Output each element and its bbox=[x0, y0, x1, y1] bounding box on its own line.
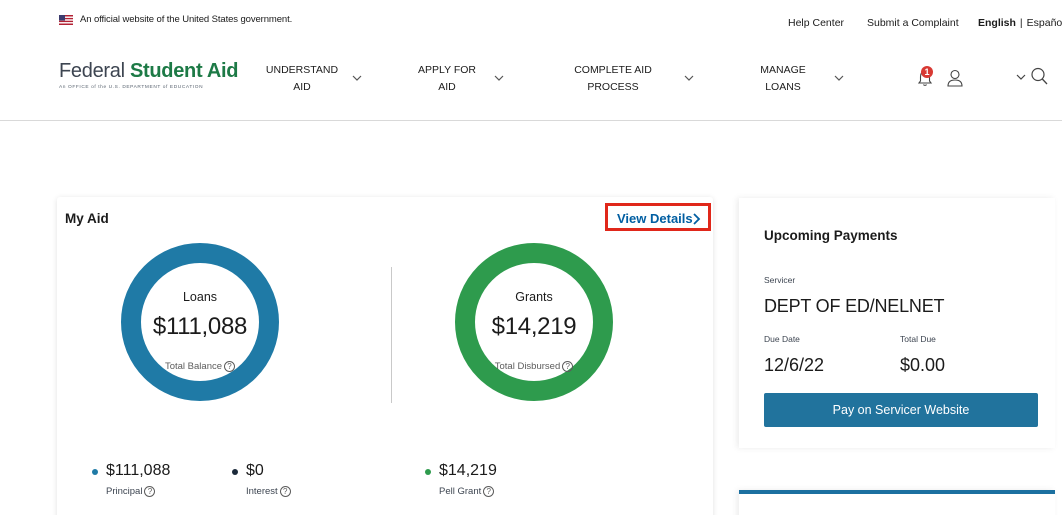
nav-understand-aid[interactable]: UNDERSTAND AID bbox=[262, 62, 342, 96]
nav-manage-loans[interactable]: MANAGE LOANS bbox=[757, 62, 809, 96]
help-icon[interactable]: ? bbox=[224, 361, 236, 372]
my-aid-title: My Aid bbox=[65, 211, 109, 226]
next-card bbox=[739, 490, 1055, 515]
user-icon[interactable] bbox=[946, 68, 964, 88]
help-center-link[interactable]: Help Center bbox=[788, 17, 844, 29]
chevron-right-icon bbox=[693, 213, 701, 225]
help-icon[interactable]: ? bbox=[279, 486, 291, 497]
pell-grant-label-group: Pell Grant? bbox=[439, 486, 495, 498]
nav-apply-line2: AID bbox=[438, 81, 456, 93]
chevron-down-icon[interactable] bbox=[834, 74, 844, 82]
logo-student-aid: Student Aid bbox=[129, 60, 239, 82]
logo-tagline: An OFFICE of the U.S. DEPARTMENT of EDUC… bbox=[59, 85, 204, 90]
loans-label: Loans bbox=[182, 290, 218, 304]
servicer-value: DEPT OF ED/NELNET bbox=[764, 296, 945, 316]
upcoming-payments-title: Upcoming Payments bbox=[764, 228, 898, 243]
interest-amount: $0 bbox=[246, 462, 264, 479]
interest-dot bbox=[232, 469, 238, 475]
total-balance-label: Total Balance bbox=[164, 361, 223, 373]
submit-complaint-link[interactable]: Submit a Complaint bbox=[867, 17, 959, 29]
nav-understand-line1: UNDERSTAND bbox=[265, 64, 339, 76]
total-disbursed-label: Total Disbursed bbox=[494, 361, 561, 373]
principal-label-group: Principal? bbox=[106, 486, 156, 498]
loans-amount: $111,088 bbox=[152, 313, 248, 340]
interest-label-group: Interest? bbox=[246, 486, 291, 497]
principal-dot bbox=[92, 469, 98, 475]
nav-complete-line1: COMPLETE AID bbox=[574, 64, 652, 76]
chevron-down-icon[interactable] bbox=[684, 74, 694, 82]
grants-total-disbursed: Total Disbursed? bbox=[455, 361, 613, 372]
pell-grant-amount: $14,219 bbox=[439, 462, 497, 479]
logo-wordmark: Federal Student Aid bbox=[59, 60, 238, 83]
main-nav: Federal Student Aid An OFFICE of the U.S… bbox=[0, 46, 1062, 121]
interest-label: Interest bbox=[246, 486, 278, 498]
chevron-down-icon[interactable] bbox=[1016, 72, 1026, 82]
grants-label: Grants bbox=[515, 290, 553, 304]
lang-english-link[interactable]: English bbox=[978, 17, 1016, 29]
nav-manage-line1: MANAGE bbox=[760, 64, 806, 76]
total-due-label: Total Due bbox=[900, 334, 936, 344]
nav-manage-line2: LOANS bbox=[765, 81, 801, 93]
pell-grant-dot bbox=[425, 469, 431, 475]
nav-complete-aid-process[interactable]: COMPLETE AID PROCESS bbox=[573, 62, 653, 96]
help-icon[interactable]: ? bbox=[483, 486, 495, 497]
notification-badge: 1 bbox=[921, 66, 933, 78]
grants-amount: $14,219 bbox=[491, 313, 577, 340]
nav-complete-line2: PROCESS bbox=[587, 81, 639, 93]
search-icon[interactable] bbox=[1030, 66, 1048, 86]
view-details-link[interactable]: View Details bbox=[605, 203, 711, 231]
total-due-value: $0.00 bbox=[900, 355, 946, 375]
gov-banner: An official website of the United States… bbox=[0, 0, 1062, 46]
upcoming-payments-card: Upcoming Payments Servicer DEPT OF ED/NE… bbox=[739, 198, 1055, 448]
language-switch: English | Español bbox=[978, 17, 1062, 29]
pell-grant-label: Pell Grant bbox=[439, 486, 482, 498]
principal-label: Principal bbox=[106, 486, 143, 498]
loans-total-balance: Total Balance? bbox=[121, 361, 279, 372]
us-flag-icon bbox=[59, 15, 73, 25]
nav-apply-for-aid[interactable]: APPLY FOR AID bbox=[413, 62, 481, 96]
view-details-label: View Details bbox=[617, 211, 693, 226]
principal-amount: $111,088 bbox=[106, 462, 171, 479]
lang-separator: | bbox=[1019, 17, 1023, 29]
help-icon[interactable]: ? bbox=[562, 361, 574, 372]
due-date-value: 12/6/22 bbox=[764, 355, 825, 375]
fsa-logo[interactable]: Federal Student Aid An OFFICE of the U.S… bbox=[59, 60, 238, 90]
help-icon[interactable]: ? bbox=[144, 486, 156, 497]
nav-understand-line2: AID bbox=[293, 81, 311, 93]
nav-apply-line1: APPLY FOR bbox=[418, 64, 476, 76]
chevron-down-icon[interactable] bbox=[352, 74, 362, 82]
servicer-label: Servicer bbox=[764, 275, 796, 285]
chevron-down-icon[interactable] bbox=[494, 74, 504, 82]
due-date-label: Due Date bbox=[764, 334, 800, 344]
divider bbox=[391, 267, 392, 403]
lang-spanish-link[interactable]: Español bbox=[1027, 17, 1062, 29]
logo-federal: Federal bbox=[59, 60, 125, 82]
gov-banner-text: An official website of the United States… bbox=[80, 14, 293, 25]
pay-on-servicer-website-button[interactable]: Pay on Servicer Website bbox=[764, 393, 1038, 427]
my-aid-card: My Aid View Details Loans $111,088 Total… bbox=[57, 197, 713, 515]
